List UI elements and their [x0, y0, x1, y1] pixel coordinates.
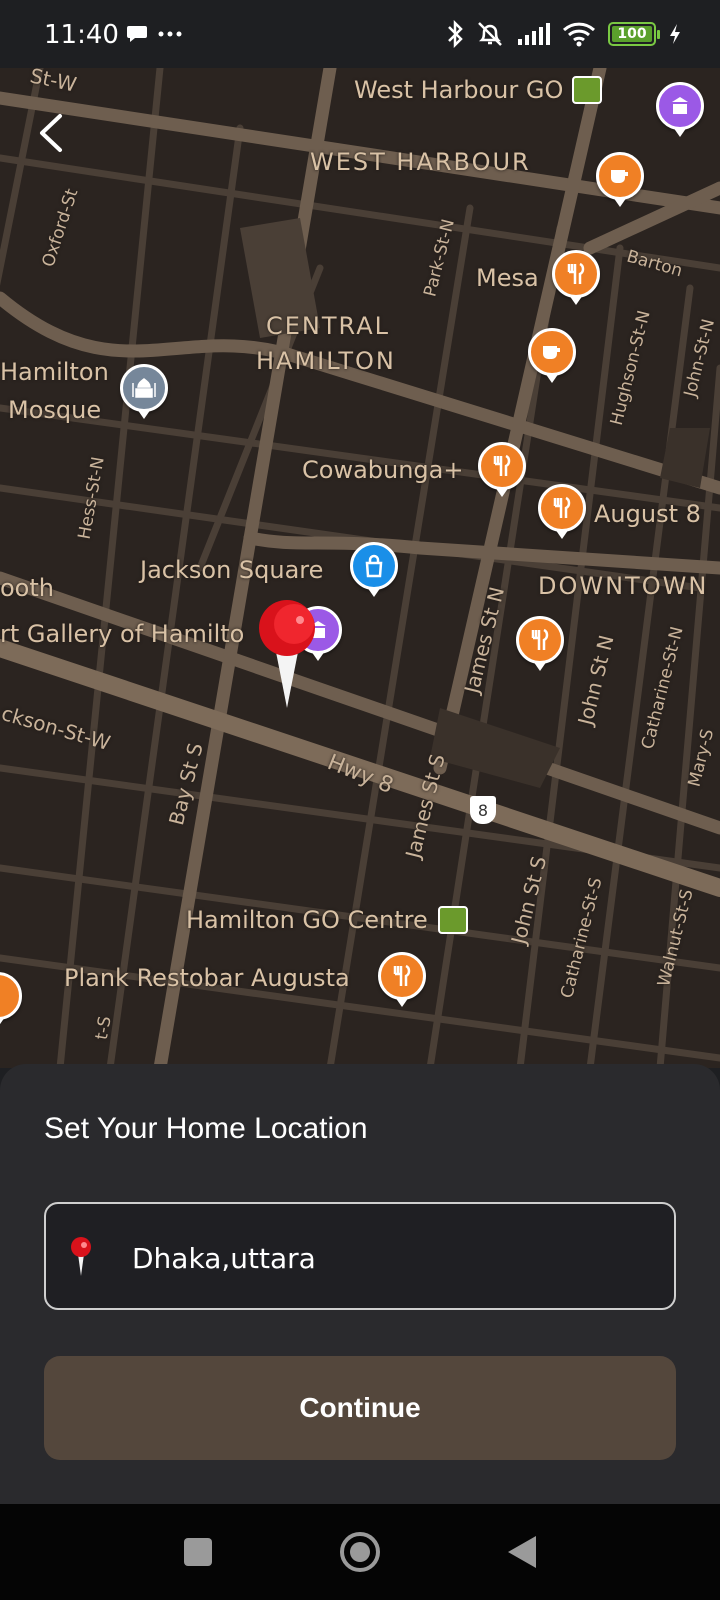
place-mosque: Mosque: [8, 396, 102, 424]
place-booth: ooth: [0, 574, 54, 602]
place-mesa: Mesa: [476, 264, 539, 292]
location-input[interactable]: Dhaka,uttara: [44, 1202, 676, 1310]
home-button[interactable]: [340, 1532, 380, 1572]
restaurant-poi-icon[interactable]: [478, 442, 526, 497]
location-pin-icon[interactable]: [254, 598, 320, 710]
place-art-gallery: rt Gallery of Hamilto: [0, 620, 245, 648]
alarm-off-icon: [478, 22, 502, 46]
place-west-harbour-go: West Harbour GO: [354, 76, 564, 104]
battery-icon: 100: [608, 22, 660, 46]
bluetooth-icon: [448, 20, 463, 48]
map-view[interactable]: WEST HARBOUR CENTRAL HAMILTON DOWNTOWN W…: [0, 68, 720, 1068]
status-bar: 11:40 100: [0, 0, 720, 68]
place-august-8: August 8: [594, 500, 701, 528]
go-transit-icon[interactable]: [438, 906, 468, 934]
home-location-sheet: Set Your Home Location Dhaka,uttara Cont…: [0, 1064, 720, 1504]
wifi-icon: [562, 22, 596, 47]
district-downtown: DOWNTOWN: [538, 572, 709, 600]
location-value: Dhaka,uttara: [132, 1242, 316, 1275]
charging-icon: [670, 24, 680, 44]
go-transit-icon[interactable]: [572, 76, 602, 104]
cafe-poi-icon[interactable]: [596, 152, 644, 207]
location-pin-icon: [71, 1237, 91, 1276]
system-nav-bar: [0, 1504, 720, 1600]
shopping-poi-icon[interactable]: [350, 542, 398, 597]
place-plank-restobar: Plank Restobar Augusta: [64, 964, 350, 992]
continue-label: Continue: [299, 1392, 421, 1423]
place-jackson-square: Jackson Square: [140, 556, 324, 584]
status-time: 11:40: [44, 20, 119, 50]
place-hamilton: Hamilton: [0, 358, 109, 386]
place-hamilton-go-centre: Hamilton GO Centre: [186, 906, 428, 934]
recents-button[interactable]: [184, 1538, 212, 1566]
museum-poi-icon[interactable]: [656, 82, 704, 137]
mosque-poi-icon[interactable]: [120, 364, 168, 419]
system-back-button[interactable]: [508, 1536, 536, 1568]
restaurant-poi-icon[interactable]: [538, 484, 586, 539]
district-hamilton: HAMILTON: [256, 347, 396, 375]
district-west-harbour: WEST HARBOUR: [310, 148, 531, 176]
highway-shield: 8: [470, 796, 496, 824]
continue-button[interactable]: Continue: [44, 1356, 676, 1460]
cafe-poi-icon[interactable]: [528, 328, 576, 383]
back-button[interactable]: [32, 108, 72, 158]
district-central: CENTRAL: [266, 312, 391, 340]
signal-icon: [518, 23, 550, 45]
street-corner: t-S: [91, 1014, 116, 1042]
battery-level: 100: [617, 26, 647, 42]
more-icon: [158, 31, 182, 37]
place-cowabunga: Cowabunga+: [302, 456, 464, 484]
restaurant-poi-icon[interactable]: [552, 250, 600, 305]
sheet-title: Set Your Home Location: [44, 1112, 368, 1145]
chat-bubble-icon: [127, 26, 147, 42]
restaurant-poi-icon[interactable]: [378, 952, 426, 1007]
restaurant-poi-icon[interactable]: [516, 616, 564, 671]
